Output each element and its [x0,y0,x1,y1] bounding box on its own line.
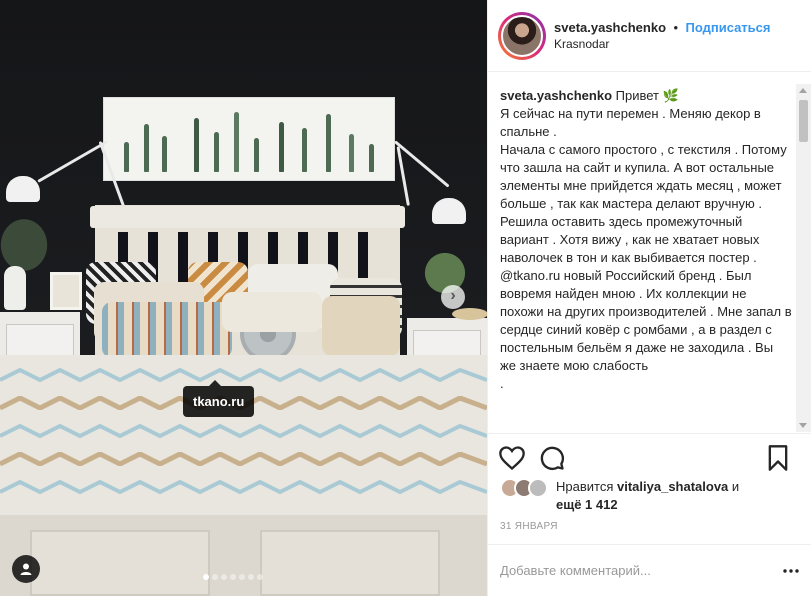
caption-line: Я сейчас на пути перемен . Меняю декор в… [500,106,761,139]
add-comment-bar [488,544,811,596]
caption-line: Начала с самого простого , с текстиля . … [500,142,787,211]
likes-prefix: Нравится [556,479,614,494]
comments-scrollbar[interactable] [796,84,811,432]
carousel-dot [239,574,245,580]
hat [452,308,487,320]
duvet-stripe-1 [0,368,487,382]
carousel-next-button[interactable]: › [441,285,465,309]
comment-bubble-icon[interactable] [538,444,566,472]
user-tags-button[interactable] [12,555,40,583]
caption-line: . [500,376,504,391]
likes-user-link[interactable]: vitaliya_shatalova [617,479,728,494]
pillow-striped [102,302,232,358]
action-bar [488,433,811,483]
pillow-fringe [222,292,322,332]
bookmark-icon[interactable] [764,444,792,472]
picture-frame [50,272,82,310]
left-lamp-head [6,176,40,202]
caption-username[interactable]: sveta.yashchenko [500,88,612,103]
carousel-indicator [203,574,263,580]
bed-panel-right [260,530,440,596]
header-separator: • [673,19,679,35]
caption-line: @tkano.ru новый Российский бренд . Был в… [500,268,792,373]
follow-button[interactable]: Подписаться [685,20,770,35]
carousel-dot [257,574,263,580]
header-username[interactable]: sveta.yashchenko [554,20,666,35]
scroll-thumb[interactable] [799,100,808,142]
carousel-dot [230,574,236,580]
person-icon [20,563,32,575]
likes-more-link[interactable]: ещё 1 412 [556,497,618,512]
ellipsis-icon[interactable] [782,568,800,574]
post-photo[interactable]: tkano.ru › [0,0,487,596]
cactus-poster [104,98,394,180]
scroll-down-arrow[interactable] [799,423,807,428]
post-header: sveta.yashchenko • Подписаться Krasnodar [488,0,811,72]
scroll-up-arrow[interactable] [799,88,807,93]
left-lamp-base [4,266,26,310]
likes-connector: и [731,479,740,494]
post-sidebar: sveta.yashchenko • Подписаться Krasnodar… [487,0,811,596]
duvet-stripe-3 [0,424,487,438]
post-date[interactable]: 31 ЯНВАРЯ [500,521,558,532]
carousel-dot [203,574,209,580]
comment-input[interactable] [500,563,740,578]
product-tag[interactable]: tkano.ru [183,380,255,417]
heart-icon[interactable] [498,444,526,472]
caption-line: Решила оставить здесь промежуточный вари… [500,214,760,265]
caption-line: Привет 🌿 [615,88,679,103]
avatar[interactable] [501,14,543,57]
headboard-top [90,206,405,228]
duvet [0,355,487,535]
duvet-stripe-4 [0,452,487,466]
bed-panel-left [30,530,210,596]
pillow-knit [322,296,400,356]
likes-row: Нравится vitaliya_shatalova и ещё 1 412 [500,478,756,514]
caption-area: sveta.yashchenko Привет 🌿 Я сейчас на пу… [500,87,792,432]
carousel-dot [212,574,218,580]
avatar-story-ring[interactable] [498,11,546,60]
carousel-dot [248,574,254,580]
liker-avatar[interactable] [528,478,548,498]
carousel-dot [221,574,227,580]
right-lamp-head [432,198,466,224]
duvet-stripe-5 [0,480,487,494]
header-location[interactable]: Krasnodar [554,36,771,53]
